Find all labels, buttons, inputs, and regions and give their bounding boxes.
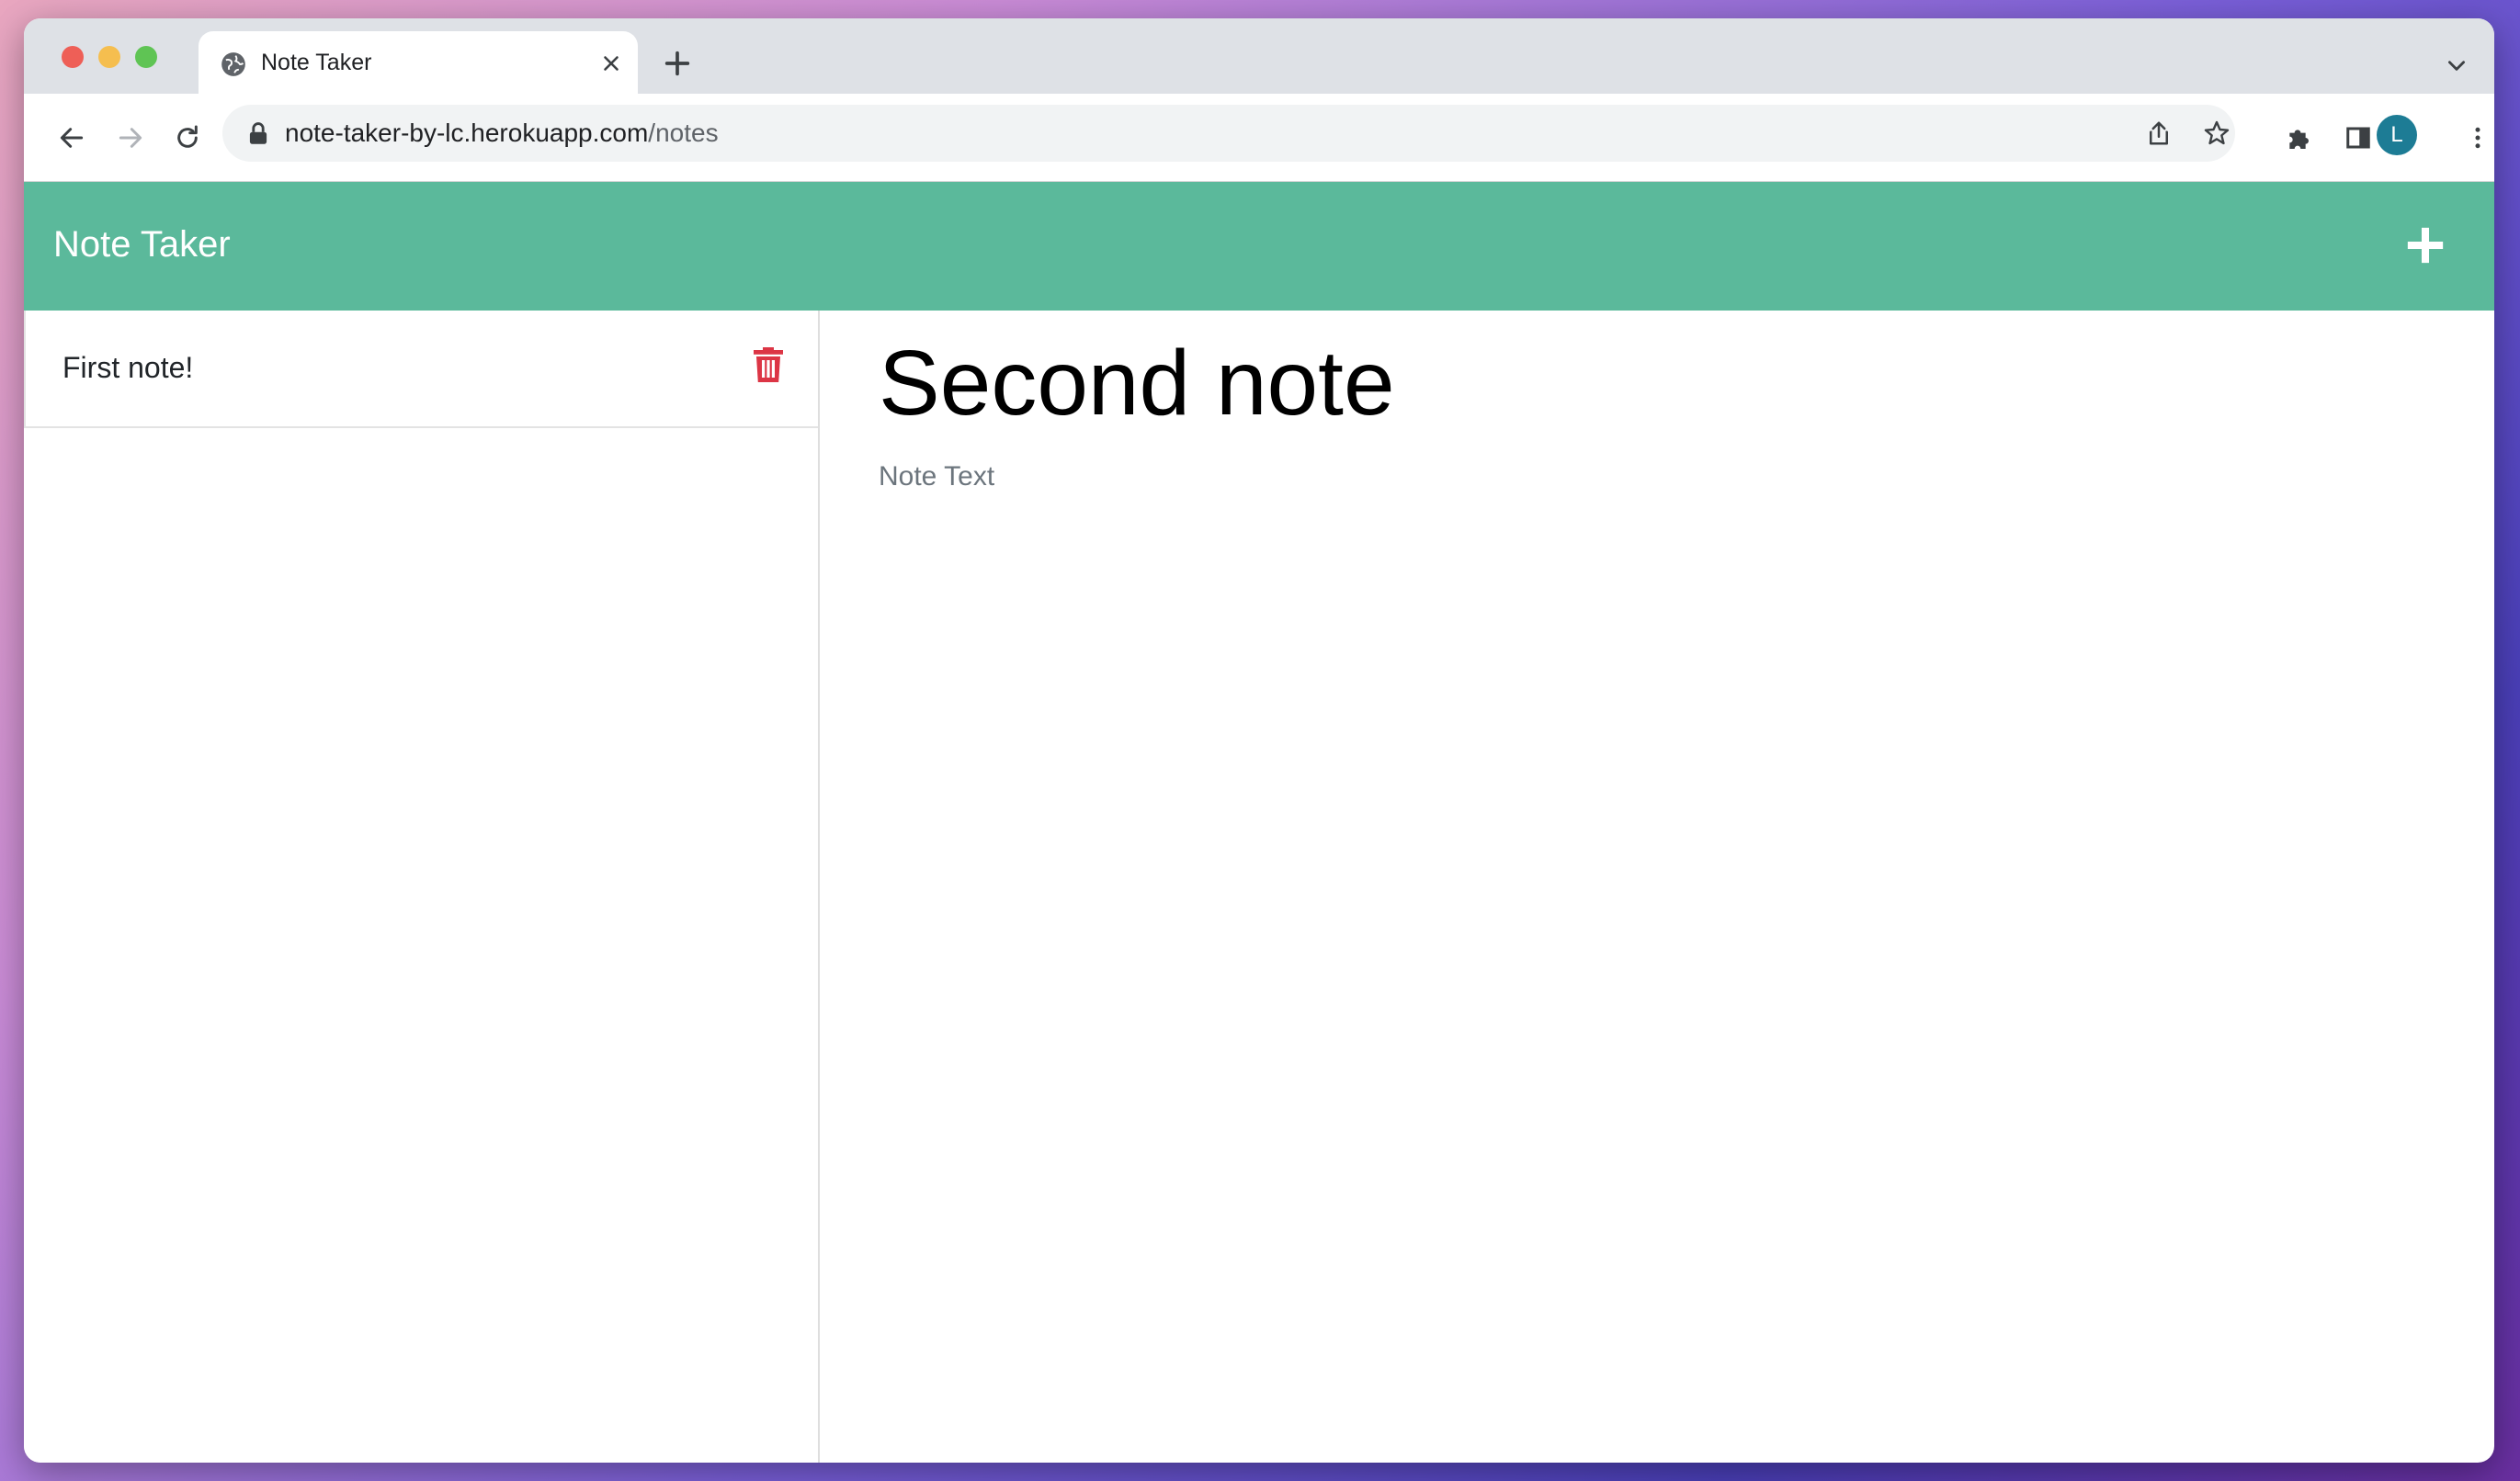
new-tab-icon[interactable] [662, 48, 693, 79]
browser-window: Note Taker note-taker-by-lc.herokuapp.co… [24, 18, 2494, 1463]
side-panel-button[interactable] [2334, 114, 2382, 162]
side-panel-icon [2346, 127, 2370, 149]
maximize-window-button[interactable] [135, 46, 157, 68]
notes-list: First note! [24, 311, 820, 1463]
list-item[interactable]: First note! [24, 311, 818, 428]
forward-button[interactable] [107, 114, 154, 162]
reload-icon [177, 125, 198, 148]
url-path: /notes [648, 119, 719, 147]
arrow-right-icon [119, 128, 142, 148]
address-bar[interactable]: note-taker-by-lc.herokuapp.com/notes [222, 105, 2235, 162]
close-window-button[interactable] [62, 46, 84, 68]
app-brand[interactable]: Note Taker [53, 224, 231, 266]
arrow-left-icon [60, 128, 84, 148]
globe-icon [221, 52, 245, 76]
chevron-down-icon[interactable] [2445, 53, 2469, 77]
close-tab-icon[interactable] [599, 51, 623, 75]
app-navbar: Note Taker [24, 182, 2494, 311]
share-icon[interactable] [2145, 119, 2173, 147]
note-title-input[interactable]: Second note [879, 331, 1395, 436]
url-host: note-taker-by-lc.herokuapp.com [285, 119, 649, 147]
tab-note-taker[interactable]: Note Taker [199, 31, 638, 96]
minimize-window-button[interactable] [98, 46, 120, 68]
kebab-menu-icon [2475, 127, 2480, 149]
tab-strip: Note Taker [24, 18, 2494, 96]
note-list-title: First note! [62, 351, 194, 384]
puzzle-icon [2289, 130, 2309, 149]
url-text: note-taker-by-lc.herokuapp.com/notes [285, 119, 719, 148]
note-text-area[interactable]: Note Text [879, 461, 994, 492]
extensions-button[interactable] [2276, 114, 2323, 162]
bookmark-star-icon[interactable] [2202, 119, 2231, 148]
trash-icon[interactable] [754, 347, 783, 382]
tab-title: Note Taker [261, 50, 372, 75]
plus-icon[interactable] [2404, 224, 2446, 266]
reload-button[interactable] [164, 114, 211, 162]
back-button[interactable] [48, 114, 96, 162]
profile-avatar[interactable]: L [2377, 115, 2417, 155]
lock-icon [249, 122, 267, 144]
note-editor: Second note Note Text [820, 311, 2494, 1463]
browser-toolbar: note-taker-by-lc.herokuapp.com/notes L [24, 94, 2494, 182]
menu-button[interactable] [2454, 114, 2494, 162]
